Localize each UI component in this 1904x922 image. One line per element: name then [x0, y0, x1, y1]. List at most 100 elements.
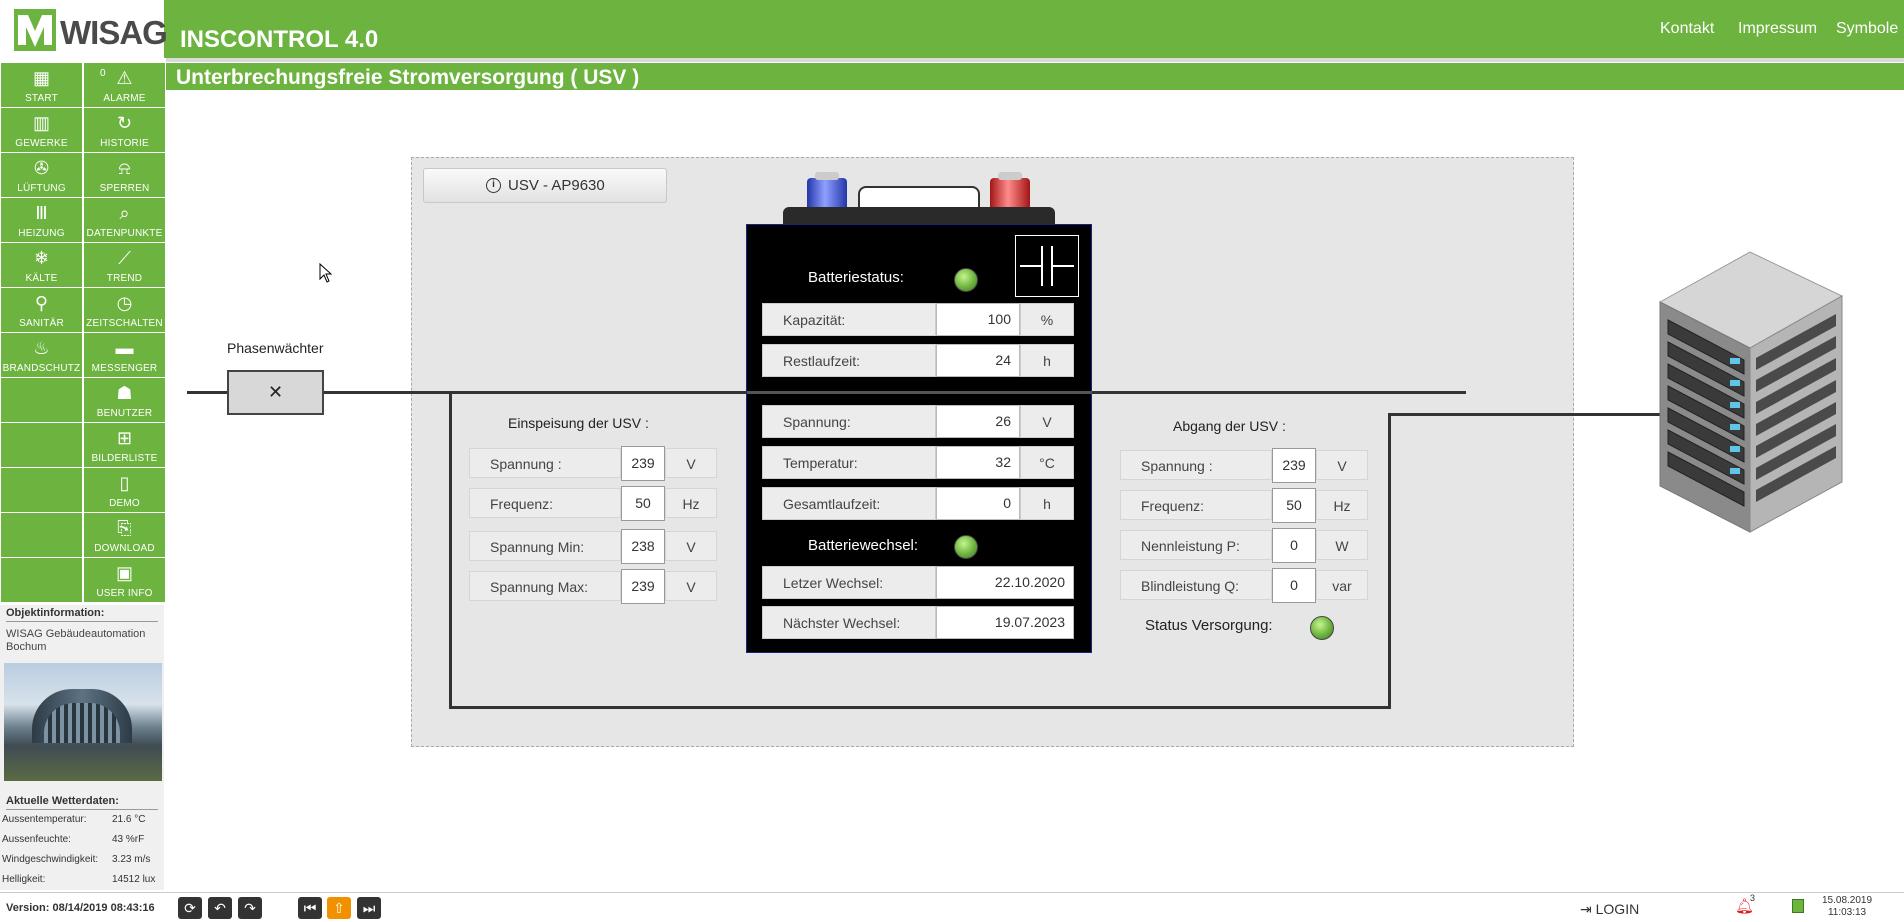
wisag-logo[interactable]: WISAG [0, 0, 168, 58]
output-value: 239 [1272, 448, 1316, 483]
nav-sanitaer[interactable]: ⚲ SANITÄR [1, 288, 82, 332]
door-icon: ▯ [119, 473, 130, 493]
upload-icon: ⇧ [333, 900, 345, 916]
radiator-icon: Ⅲ [35, 203, 48, 223]
logo-text: WISAG [60, 14, 168, 51]
flame-icon: ♨ [33, 338, 50, 358]
battery-minus-terminal [807, 172, 847, 208]
version-text: Version: 08/14/2019 08:43:16 [6, 902, 155, 914]
link-symbole[interactable]: Symbole [1836, 20, 1898, 38]
nav-gewerke[interactable]: ▥ GEWERKE [1, 108, 82, 152]
nav-download[interactable]: ⎘ DOWNLOAD [84, 513, 165, 557]
output-title: Abgang der USV : [1173, 418, 1286, 434]
building-icon: ▥ [32, 113, 50, 133]
nav-demo[interactable]: ▯ DEMO [84, 468, 165, 512]
output-line [1388, 413, 1668, 416]
input-title: Einspeisung der USV : [508, 415, 649, 431]
nav-messenger[interactable]: ▬ MESSENGER [84, 333, 165, 377]
nav-kaelte[interactable]: ❄ KÄLTE [1, 243, 82, 287]
nav-empty-2 [1, 423, 82, 467]
input-unit: Hz [665, 488, 717, 518]
input-value: 239 [621, 569, 665, 604]
time-text: 11:03:13 [1827, 907, 1867, 918]
up-level-button[interactable]: ⇧ [327, 897, 351, 919]
input-value: 238 [621, 529, 665, 564]
nav-trend[interactable]: ⟋ TREND [84, 243, 165, 287]
nav-zeitschalten[interactable]: ◷ ZEITSCHALTEN [84, 288, 165, 332]
battery-cap [783, 207, 1055, 225]
mouse-cursor-icon [319, 262, 333, 288]
nav-historie[interactable]: ↻ HISTORIE [84, 108, 165, 152]
input-value: 50 [621, 486, 665, 521]
building-photo [4, 663, 162, 781]
output-label: Frequenz: [1120, 490, 1272, 520]
nav-lueftung[interactable]: ✇ LÜFTUNG [1, 153, 82, 197]
fan-icon: ✇ [33, 158, 50, 178]
input-unit: V [665, 448, 717, 478]
battery-status-title: Batteriestatus: [808, 269, 904, 286]
download-icon: ⎘ [117, 518, 132, 538]
input-label: Frequenz: [469, 488, 621, 518]
forward-button[interactable]: ↷ [238, 897, 262, 919]
battery-label: Letzer Wechsel: [762, 566, 936, 599]
last-page-button[interactable]: ⏭ [357, 897, 381, 919]
phase-guard-box[interactable]: ✕ [227, 370, 324, 415]
history-icon: ↻ [116, 113, 133, 133]
users-icon: ☗ [116, 383, 133, 403]
nav-brandschutz[interactable]: ♨ BRANDSCHUTZ [1, 333, 82, 377]
server-status-icon[interactable] [1792, 899, 1804, 913]
battery-label: Gesamtlaufzeit: [762, 487, 936, 520]
nav-alarme[interactable]: 0 ⚠ ALARME [84, 63, 165, 107]
object-info-title: Objektinformation: [6, 605, 158, 622]
battery-value: 26 [936, 405, 1020, 438]
login-button[interactable]: ⇥ LOGIN [1580, 901, 1639, 918]
battery-change-led [954, 535, 978, 559]
battery-value: 100 [936, 303, 1020, 336]
nav-heizung[interactable]: Ⅲ HEIZUNG [1, 198, 82, 242]
id-card-icon: ▣ [115, 563, 133, 583]
battery-status-led [954, 268, 978, 292]
link-impressum[interactable]: Impressum [1738, 20, 1817, 38]
output-value: 0 [1272, 528, 1316, 563]
nav-datenpunkte[interactable]: ⌕ DATENPUNKTE [84, 198, 165, 242]
output-label: Nennleistung P: [1120, 530, 1272, 560]
refresh-button[interactable]: ⟳ [178, 897, 202, 919]
faucet-icon: ⚲ [34, 293, 49, 313]
nav-sperren[interactable]: ⍾ SPERREN [84, 153, 165, 197]
output-label: Blindleistung Q: [1120, 570, 1272, 600]
output-unit: Hz [1316, 490, 1368, 520]
arrow-left-icon: ↶ [214, 900, 226, 916]
skip-back-icon: ⏮ [303, 900, 317, 916]
back-button[interactable]: ↶ [208, 897, 232, 919]
skip-forward-icon: ⏭ [362, 900, 376, 916]
search-chart-icon: ⌕ [119, 203, 130, 223]
output-value: 50 [1272, 488, 1316, 523]
battery-label: Kapazität: [762, 303, 936, 336]
nav-bilderliste[interactable]: ⊞ BILDERLISTE [84, 423, 165, 467]
nav-empty-5 [1, 558, 82, 602]
nav-empty-3 [1, 468, 82, 512]
nav-benutzer[interactable]: ☗ BENUTZER [84, 378, 165, 422]
battery-unit: h [1020, 487, 1074, 520]
alarm-icon: ⚠ [116, 68, 133, 88]
battery-plus-terminal [990, 172, 1030, 208]
first-page-button[interactable]: ⏮ [298, 897, 322, 919]
nav-user-info[interactable]: ▣ USER INFO [84, 558, 165, 602]
input-unit: V [665, 531, 717, 561]
nav-start[interactable]: ▦ START [1, 63, 82, 107]
battery-unit: V [1020, 405, 1074, 438]
link-kontakt[interactable]: Kontakt [1660, 20, 1714, 38]
battery-value: 19.07.2023 [936, 606, 1074, 639]
battery-change-title: Batteriewechsel: [808, 537, 919, 554]
device-info-button[interactable]: i USV - AP9630 [423, 168, 667, 203]
battery-label: Spannung: [762, 405, 936, 438]
battery-unit: % [1020, 303, 1074, 336]
supply-status-led [1310, 616, 1334, 640]
object-info-text: WISAG Gebäudeautomation Bochum [6, 628, 146, 653]
grid-icon: ▦ [32, 68, 50, 88]
app-title: INSCONTROL 4.0 [180, 26, 379, 53]
output-unit: var [1316, 570, 1368, 600]
weather-panel: Aktuelle Wetterdaten: Aussentemperatur: 2… [0, 793, 164, 885]
battery-value: 0 [936, 487, 1020, 520]
battery-label: Temperatur: [762, 446, 936, 479]
